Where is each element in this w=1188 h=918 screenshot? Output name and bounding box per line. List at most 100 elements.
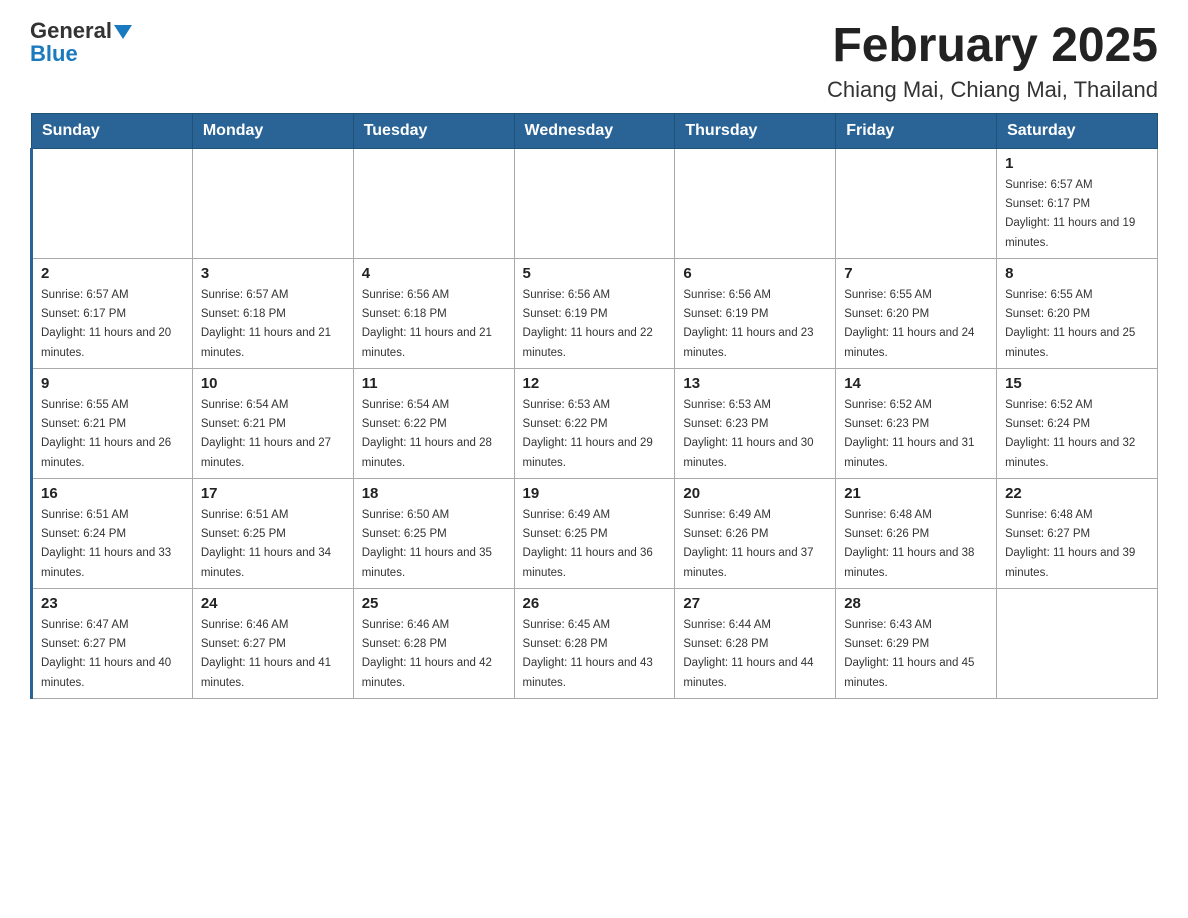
day-info: Sunrise: 6:49 AMSunset: 6:25 PMDaylight:… [523,509,653,579]
day-info: Sunrise: 6:50 AMSunset: 6:25 PMDaylight:… [362,509,492,579]
calendar-cell-w2-d6: 7 Sunrise: 6:55 AMSunset: 6:20 PMDayligh… [836,258,997,368]
calendar-cell-w4-d2: 17 Sunrise: 6:51 AMSunset: 6:25 PMDaylig… [192,478,353,588]
day-number: 3 [201,265,345,282]
day-info: Sunrise: 6:49 AMSunset: 6:26 PMDaylight:… [683,509,813,579]
subtitle: Chiang Mai, Chiang Mai, Thailand [827,77,1158,103]
day-number: 23 [41,595,184,612]
day-info: Sunrise: 6:43 AMSunset: 6:29 PMDaylight:… [844,619,974,689]
day-info: Sunrise: 6:54 AMSunset: 6:21 PMDaylight:… [201,399,331,469]
logo-triangle-icon [114,25,132,39]
day-info: Sunrise: 6:47 AMSunset: 6:27 PMDaylight:… [41,619,171,689]
day-number: 16 [41,485,184,502]
calendar-cell-w5-d5: 27 Sunrise: 6:44 AMSunset: 6:28 PMDaylig… [675,588,836,698]
week-row-5: 23 Sunrise: 6:47 AMSunset: 6:27 PMDaylig… [32,588,1158,698]
title-area: February 2025 Chiang Mai, Chiang Mai, Th… [827,20,1158,103]
day-number: 5 [523,265,667,282]
day-number: 19 [523,485,667,502]
calendar-cell-w1-d4 [514,148,675,258]
day-info: Sunrise: 6:48 AMSunset: 6:27 PMDaylight:… [1005,509,1135,579]
header-monday: Monday [192,113,353,148]
calendar-cell-w1-d2 [192,148,353,258]
header-tuesday: Tuesday [353,113,514,148]
calendar-cell-w4-d5: 20 Sunrise: 6:49 AMSunset: 6:26 PMDaylig… [675,478,836,588]
day-info: Sunrise: 6:56 AMSunset: 6:19 PMDaylight:… [523,289,653,359]
calendar-cell-w1-d5 [675,148,836,258]
day-info: Sunrise: 6:46 AMSunset: 6:28 PMDaylight:… [362,619,492,689]
day-number: 28 [844,595,988,612]
header-sunday: Sunday [32,113,193,148]
logo-general-text: General [30,18,112,43]
calendar-cell-w5-d2: 24 Sunrise: 6:46 AMSunset: 6:27 PMDaylig… [192,588,353,698]
week-row-3: 9 Sunrise: 6:55 AMSunset: 6:21 PMDayligh… [32,368,1158,478]
day-info: Sunrise: 6:52 AMSunset: 6:23 PMDaylight:… [844,399,974,469]
day-number: 11 [362,375,506,392]
calendar-cell-w5-d4: 26 Sunrise: 6:45 AMSunset: 6:28 PMDaylig… [514,588,675,698]
day-number: 18 [362,485,506,502]
logo-blue-text: Blue [30,43,78,65]
day-number: 7 [844,265,988,282]
day-info: Sunrise: 6:53 AMSunset: 6:22 PMDaylight:… [523,399,653,469]
day-info: Sunrise: 6:54 AMSunset: 6:22 PMDaylight:… [362,399,492,469]
calendar-cell-w3-d3: 11 Sunrise: 6:54 AMSunset: 6:22 PMDaylig… [353,368,514,478]
calendar-cell-w4-d6: 21 Sunrise: 6:48 AMSunset: 6:26 PMDaylig… [836,478,997,588]
calendar-cell-w3-d1: 9 Sunrise: 6:55 AMSunset: 6:21 PMDayligh… [32,368,193,478]
calendar-cell-w4-d4: 19 Sunrise: 6:49 AMSunset: 6:25 PMDaylig… [514,478,675,588]
calendar-cell-w1-d1 [32,148,193,258]
calendar-cell-w5-d3: 25 Sunrise: 6:46 AMSunset: 6:28 PMDaylig… [353,588,514,698]
week-row-2: 2 Sunrise: 6:57 AMSunset: 6:17 PMDayligh… [32,258,1158,368]
calendar-cell-w3-d6: 14 Sunrise: 6:52 AMSunset: 6:23 PMDaylig… [836,368,997,478]
day-number: 4 [362,265,506,282]
day-info: Sunrise: 6:55 AMSunset: 6:20 PMDaylight:… [1005,289,1135,359]
day-number: 10 [201,375,345,392]
day-number: 6 [683,265,827,282]
week-row-4: 16 Sunrise: 6:51 AMSunset: 6:24 PMDaylig… [32,478,1158,588]
day-info: Sunrise: 6:51 AMSunset: 6:24 PMDaylight:… [41,509,171,579]
day-number: 2 [41,265,184,282]
day-number: 13 [683,375,827,392]
day-info: Sunrise: 6:44 AMSunset: 6:28 PMDaylight:… [683,619,813,689]
header-friday: Friday [836,113,997,148]
day-number: 1 [1005,155,1149,172]
day-number: 27 [683,595,827,612]
calendar-cell-w2-d7: 8 Sunrise: 6:55 AMSunset: 6:20 PMDayligh… [997,258,1158,368]
calendar-cell-w3-d2: 10 Sunrise: 6:54 AMSunset: 6:21 PMDaylig… [192,368,353,478]
day-number: 12 [523,375,667,392]
day-number: 25 [362,595,506,612]
header-wednesday: Wednesday [514,113,675,148]
calendar-cell-w3-d4: 12 Sunrise: 6:53 AMSunset: 6:22 PMDaylig… [514,368,675,478]
calendar-cell-w2-d4: 5 Sunrise: 6:56 AMSunset: 6:19 PMDayligh… [514,258,675,368]
day-number: 8 [1005,265,1149,282]
day-info: Sunrise: 6:56 AMSunset: 6:19 PMDaylight:… [683,289,813,359]
logo-top-line: General [30,20,132,43]
header-thursday: Thursday [675,113,836,148]
day-info: Sunrise: 6:57 AMSunset: 6:17 PMDaylight:… [41,289,171,359]
calendar-cell-w4-d3: 18 Sunrise: 6:50 AMSunset: 6:25 PMDaylig… [353,478,514,588]
day-info: Sunrise: 6:46 AMSunset: 6:27 PMDaylight:… [201,619,331,689]
main-title: February 2025 [827,20,1158,73]
day-number: 24 [201,595,345,612]
day-info: Sunrise: 6:52 AMSunset: 6:24 PMDaylight:… [1005,399,1135,469]
day-number: 22 [1005,485,1149,502]
day-number: 21 [844,485,988,502]
calendar-cell-w2-d3: 4 Sunrise: 6:56 AMSunset: 6:18 PMDayligh… [353,258,514,368]
day-info: Sunrise: 6:57 AMSunset: 6:18 PMDaylight:… [201,289,331,359]
day-number: 26 [523,595,667,612]
logo: General Blue [30,20,132,65]
header-saturday: Saturday [997,113,1158,148]
calendar-cell-w1-d6 [836,148,997,258]
day-info: Sunrise: 6:55 AMSunset: 6:20 PMDaylight:… [844,289,974,359]
day-number: 20 [683,485,827,502]
day-info: Sunrise: 6:48 AMSunset: 6:26 PMDaylight:… [844,509,974,579]
calendar-cell-w4-d7: 22 Sunrise: 6:48 AMSunset: 6:27 PMDaylig… [997,478,1158,588]
calendar-table: Sunday Monday Tuesday Wednesday Thursday… [30,113,1158,699]
day-number: 17 [201,485,345,502]
day-info: Sunrise: 6:55 AMSunset: 6:21 PMDaylight:… [41,399,171,469]
day-info: Sunrise: 6:45 AMSunset: 6:28 PMDaylight:… [523,619,653,689]
calendar-cell-w3-d5: 13 Sunrise: 6:53 AMSunset: 6:23 PMDaylig… [675,368,836,478]
day-number: 14 [844,375,988,392]
page-header: General Blue February 2025 Chiang Mai, C… [30,20,1158,103]
calendar-cell-w5-d7 [997,588,1158,698]
day-number: 9 [41,375,184,392]
calendar-cell-w2-d5: 6 Sunrise: 6:56 AMSunset: 6:19 PMDayligh… [675,258,836,368]
day-info: Sunrise: 6:53 AMSunset: 6:23 PMDaylight:… [683,399,813,469]
